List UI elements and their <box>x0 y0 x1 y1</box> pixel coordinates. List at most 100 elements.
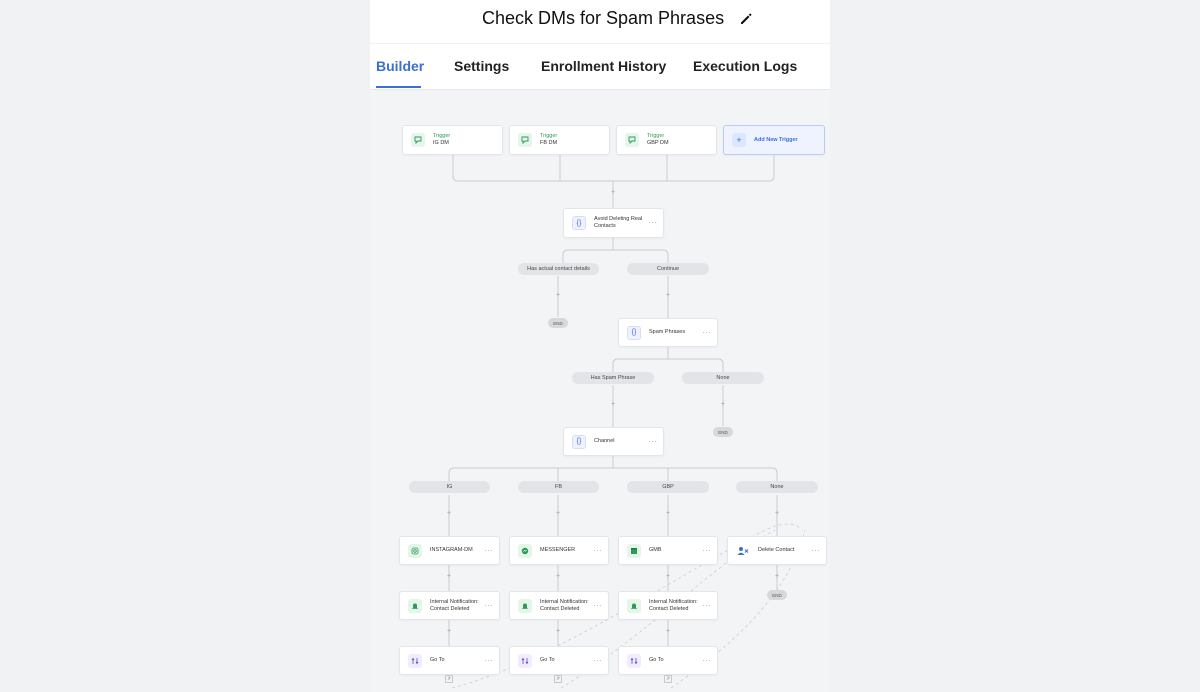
tab-execution-logs[interactable]: Execution Logs <box>693 58 797 74</box>
step-label-line1: Internal Notification: <box>430 598 479 605</box>
trigger-gbp-dm[interactable]: Trigger GBP DM <box>616 125 717 155</box>
step-menu-icon[interactable]: ··· <box>485 602 494 609</box>
active-tab-indicator <box>376 86 421 88</box>
step-menu-icon[interactable]: ··· <box>594 657 603 664</box>
delete-user-icon <box>736 543 750 558</box>
trigger-name: GBP DM <box>647 140 669 146</box>
tab-enrollment-history[interactable]: Enrollment History <box>541 58 666 74</box>
add-step-plus[interactable]: + <box>773 510 781 518</box>
add-step-plus[interactable]: + <box>554 510 562 518</box>
end-badge: END <box>548 318 568 328</box>
code-braces-icon: {} <box>627 325 641 340</box>
step-avoid-deleting-real-contacts[interactable]: {} Avoid Deleting Real Contacts ··· <box>563 208 664 238</box>
step-menu-icon[interactable]: ··· <box>703 547 712 554</box>
step-menu-icon[interactable]: ··· <box>812 547 821 554</box>
step-menu-icon[interactable]: ··· <box>594 547 603 554</box>
trigger-label: Trigger GBP DM <box>647 133 669 147</box>
add-step-plus[interactable]: + <box>773 573 781 581</box>
add-step-plus[interactable]: + <box>609 189 617 197</box>
branch-ig[interactable]: IG <box>409 481 490 493</box>
step-messenger[interactable]: MESSENGER ··· <box>509 536 609 565</box>
code-braces-icon: {} <box>572 434 586 449</box>
trigger-type: Trigger <box>540 133 558 139</box>
branch-gbp[interactable]: GBP <box>627 481 709 493</box>
bell-icon <box>627 598 641 613</box>
tab-settings[interactable]: Settings <box>454 58 509 74</box>
workflow-title[interactable]: Check DMs for Spam Phrases <box>482 8 724 29</box>
step-label: INSTAGRAM-DM <box>430 547 473 553</box>
step-goto-ig[interactable]: Go To ··· <box>399 646 500 675</box>
chat-bubble-icon <box>411 133 425 147</box>
step-delete-contact[interactable]: Delete Contact ··· <box>727 536 827 565</box>
trigger-name: FB DM <box>540 140 558 146</box>
step-label-line1: Internal Notification: <box>540 598 589 605</box>
add-step-plus[interactable]: + <box>445 510 453 518</box>
trigger-name: IG DM <box>433 140 449 146</box>
step-menu-icon[interactable]: ··· <box>649 438 658 445</box>
branch-none[interactable]: None <box>682 372 764 384</box>
step-spam-phrases[interactable]: {} Spam Phrases ··· <box>618 318 718 347</box>
trigger-fb-dm[interactable]: Trigger FB DM <box>509 125 610 155</box>
workflow-panel: Check DMs for Spam Phrases Builder Setti… <box>370 0 830 692</box>
step-label-line2: Contact Deleted <box>649 605 689 612</box>
step-label: Delete Contact <box>758 547 795 553</box>
add-step-plus[interactable]: + <box>609 401 617 409</box>
step-menu-icon[interactable]: ··· <box>485 547 494 554</box>
step-label: MESSENGER <box>540 547 576 553</box>
chat-bubble-icon <box>625 133 639 147</box>
workflow-header: Check DMs for Spam Phrases Builder Setti… <box>370 0 830 90</box>
step-internal-notification-ig[interactable]: Internal Notification: Contact Deleted ·… <box>399 591 500 620</box>
add-step-plus[interactable]: + <box>664 573 672 581</box>
step-menu-icon[interactable]: ··· <box>649 220 658 227</box>
step-label-line2: Contact Deleted <box>430 605 470 612</box>
step-instagram-dm[interactable]: INSTAGRAM-DM ··· <box>399 536 500 565</box>
pencil-icon[interactable] <box>738 11 754 27</box>
add-step-plus[interactable]: + <box>445 573 453 581</box>
trigger-ig-dm[interactable]: Trigger IG DM <box>402 125 503 155</box>
add-new-trigger-button[interactable]: + Add New Trigger <box>723 125 825 155</box>
step-menu-icon[interactable]: ··· <box>703 329 712 336</box>
step-internal-notification-gbp[interactable]: Internal Notification: Contact Deleted ·… <box>618 591 718 620</box>
bell-icon <box>518 598 532 613</box>
instagram-icon <box>408 543 422 558</box>
trigger-label: Trigger FB DM <box>540 133 557 147</box>
tab-builder[interactable]: Builder <box>376 58 424 74</box>
branch-has-spam-phrase[interactable]: Has Spam Phrase <box>572 372 654 384</box>
goto-link-icon[interactable]: ↗ <box>664 675 672 683</box>
step-goto-gbp[interactable]: Go To ··· <box>618 646 718 675</box>
add-step-plus[interactable]: + <box>554 292 562 300</box>
step-goto-fb[interactable]: Go To ··· <box>509 646 609 675</box>
goto-link-icon[interactable]: ↗ <box>445 675 453 683</box>
add-step-plus[interactable]: + <box>554 573 562 581</box>
step-label: Internal Notification: Contact Deleted <box>540 599 589 613</box>
step-menu-icon[interactable]: ··· <box>594 602 603 609</box>
add-step-plus[interactable]: + <box>719 401 727 409</box>
end-badge: END <box>713 427 733 437</box>
branch-fb[interactable]: FB <box>518 481 599 493</box>
step-gmb[interactable]: GMB ··· <box>618 536 718 565</box>
goto-icon <box>408 653 422 668</box>
gmb-icon <box>627 543 641 558</box>
step-internal-notification-fb[interactable]: Internal Notification: Contact Deleted ·… <box>509 591 609 620</box>
step-channel[interactable]: {} Channel ··· <box>563 427 664 456</box>
add-step-plus[interactable]: + <box>664 628 672 636</box>
branch-none-channel[interactable]: None <box>736 481 818 493</box>
add-step-plus[interactable]: + <box>554 628 562 636</box>
branch-has-contact-details[interactable]: Has actual contact details <box>518 263 599 275</box>
step-menu-icon[interactable]: ··· <box>703 602 712 609</box>
goto-icon <box>627 653 641 668</box>
step-label: Internal Notification: Contact Deleted <box>430 599 479 613</box>
add-step-plus[interactable]: + <box>664 292 672 300</box>
step-label-line2: Contact Deleted <box>540 605 580 612</box>
step-menu-icon[interactable]: ··· <box>485 657 494 664</box>
step-label: Avoid Deleting Real Contacts <box>594 216 642 230</box>
step-menu-icon[interactable]: ··· <box>703 657 712 664</box>
add-step-plus[interactable]: + <box>664 510 672 518</box>
step-label: Channel <box>594 438 615 444</box>
step-label: GMB <box>649 547 662 553</box>
add-step-plus[interactable]: + <box>445 628 453 636</box>
goto-link-icon[interactable]: ↗ <box>554 675 562 683</box>
title-row: Check DMs for Spam Phrases <box>370 0 830 44</box>
branch-continue[interactable]: Continue <box>627 263 709 275</box>
messenger-icon <box>518 543 532 558</box>
